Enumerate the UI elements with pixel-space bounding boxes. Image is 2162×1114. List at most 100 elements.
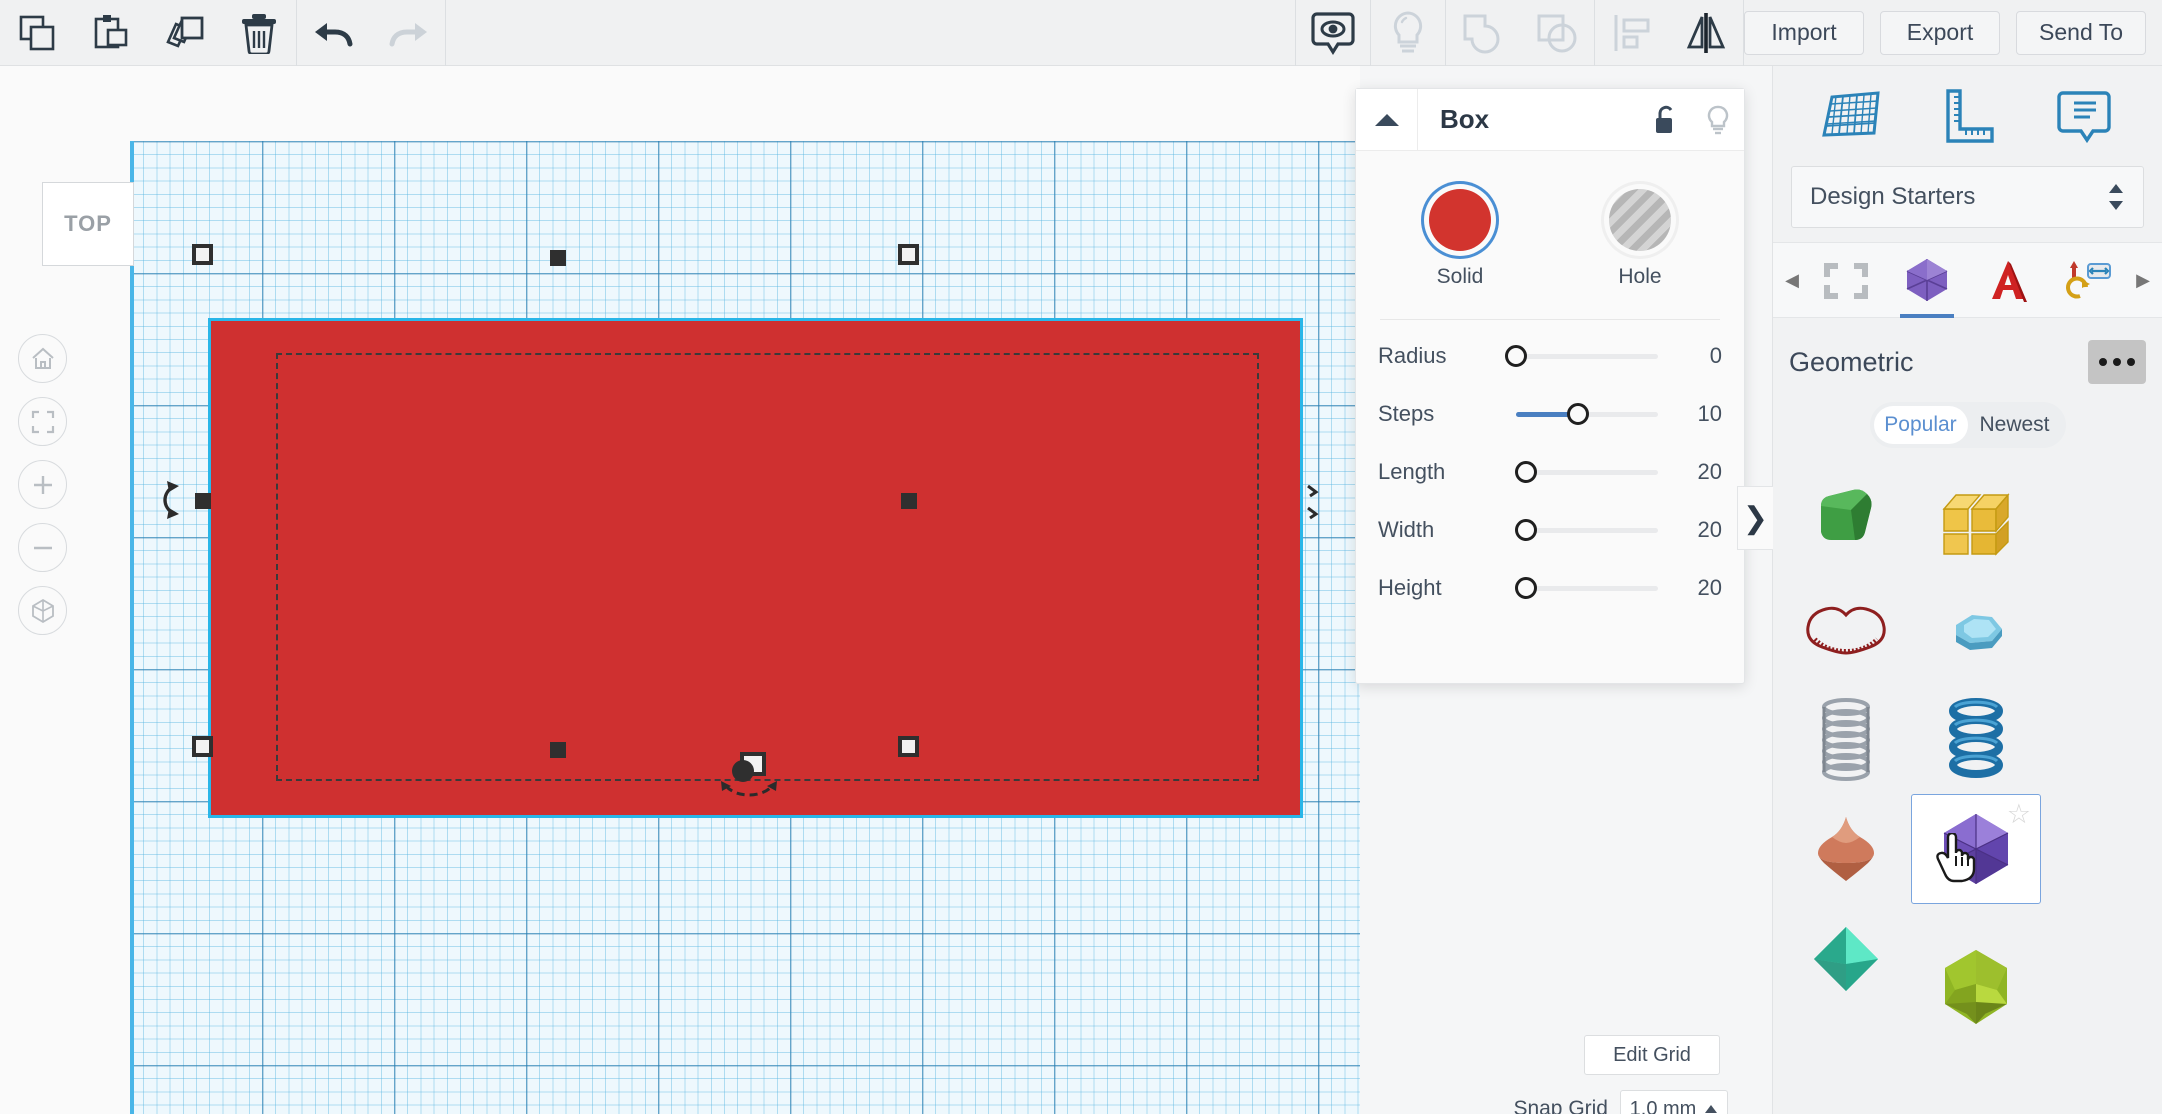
sort-newest[interactable]: Newest bbox=[1968, 406, 2062, 444]
shape-gallery: ☆ bbox=[1773, 448, 2162, 1042]
home-view-button[interactable] bbox=[18, 334, 67, 383]
category-title: Geometric bbox=[1789, 346, 1914, 377]
export-button[interactable]: Export bbox=[1880, 10, 2001, 55]
shape-library-select[interactable]: Design Starters bbox=[1791, 166, 2144, 228]
zoom-out-button[interactable] bbox=[18, 523, 67, 572]
shape-segmented-cube[interactable] bbox=[1911, 464, 2041, 574]
shape-coil[interactable] bbox=[1781, 684, 1911, 794]
send-to-button[interactable]: Send To bbox=[2016, 10, 2146, 55]
snap-grid-select[interactable]: 1.0 mm bbox=[1620, 1090, 1728, 1114]
steps-slider-label: Steps bbox=[1378, 401, 1435, 426]
tab-geometric[interactable] bbox=[1896, 242, 1958, 318]
tabs-next-arrow[interactable]: ▶ bbox=[2130, 270, 2156, 291]
hole-label: Hole bbox=[1618, 265, 1662, 288]
height-move-handle[interactable] bbox=[732, 752, 766, 782]
radius-slider-knob[interactable] bbox=[1505, 344, 1527, 367]
radius-slider[interactable]: Radius 0 bbox=[1356, 334, 1744, 378]
shape-spinning-top[interactable] bbox=[1781, 794, 1911, 904]
edit-tools-group bbox=[0, 0, 296, 66]
lightbulb-icon[interactable] bbox=[1692, 89, 1744, 151]
sort-popular[interactable]: Popular bbox=[1873, 406, 1968, 444]
width-slider[interactable]: Width 20 bbox=[1356, 508, 1744, 552]
zoom-in-button[interactable] bbox=[18, 460, 67, 509]
collapse-shapes-panel-button[interactable]: ❯ bbox=[1737, 486, 1773, 550]
resize-handle-top-center[interactable] bbox=[550, 250, 566, 266]
shape-loop[interactable] bbox=[1781, 574, 1911, 684]
properties-divider bbox=[1380, 319, 1720, 320]
steps-slider[interactable]: Steps 10 bbox=[1356, 392, 1744, 436]
more-options-button[interactable] bbox=[2088, 340, 2146, 384]
collapse-properties-button[interactable] bbox=[1356, 88, 1418, 151]
solid-color-swatch bbox=[1429, 189, 1491, 251]
height-slider-value: 20 bbox=[1697, 575, 1722, 600]
property-sliders: Radius 0 Steps 10 Length 20 Width 20 Height 20 bbox=[1356, 334, 1744, 610]
shape-polygon-disc[interactable] bbox=[1911, 574, 2041, 684]
delete-icon[interactable] bbox=[222, 0, 296, 66]
rotate-handle-right[interactable] bbox=[1302, 480, 1336, 520]
undo-icon[interactable] bbox=[297, 0, 371, 66]
history-tools-group bbox=[297, 0, 445, 66]
radius-slider-track[interactable] bbox=[1505, 344, 1658, 367]
resize-handle-bottom-left[interactable] bbox=[192, 736, 213, 757]
resize-handle-top-left[interactable] bbox=[192, 244, 213, 265]
shape-rounded-box[interactable] bbox=[1781, 464, 1911, 574]
resize-handle-bottom-center[interactable] bbox=[550, 742, 566, 758]
unlock-icon[interactable] bbox=[1640, 89, 1692, 151]
solid-option[interactable]: Solid bbox=[1405, 189, 1515, 289]
show-hide-icon[interactable] bbox=[1296, 0, 1370, 66]
view-cube[interactable]: TOP bbox=[42, 182, 134, 266]
width-slider-knob[interactable] bbox=[1514, 518, 1537, 541]
steps-slider-knob[interactable] bbox=[1567, 402, 1590, 425]
notes-icon[interactable] bbox=[2051, 83, 2117, 149]
hole-pattern-swatch bbox=[1609, 189, 1671, 251]
resize-handle-middle-right[interactable] bbox=[901, 493, 917, 509]
steps-slider-track[interactable] bbox=[1516, 402, 1658, 425]
paste-icon[interactable] bbox=[74, 0, 148, 66]
resize-handle-top-right[interactable] bbox=[898, 244, 919, 265]
hole-option[interactable]: Hole bbox=[1585, 189, 1695, 289]
width-slider-track[interactable] bbox=[1514, 518, 1658, 541]
tab-text-and-numbers[interactable] bbox=[1977, 242, 2039, 318]
import-button[interactable]: Import bbox=[1744, 10, 1865, 55]
height-slider-knob[interactable] bbox=[1514, 576, 1537, 599]
tab-basic-shapes[interactable] bbox=[1815, 242, 1877, 318]
shape-properties-panel: Box Solid Hole Radius 0 Steps 10 Length 20 Wid… bbox=[1355, 88, 1745, 684]
duplicate-icon[interactable] bbox=[148, 0, 222, 66]
arrange-tools-group bbox=[1595, 0, 1743, 66]
navigation-controls bbox=[18, 334, 67, 649]
rotate-handle-left[interactable] bbox=[154, 478, 188, 519]
dot bbox=[2127, 358, 2135, 366]
shape-icosahedron[interactable]: ☆ bbox=[1911, 794, 2041, 904]
length-slider-knob[interactable] bbox=[1514, 460, 1537, 483]
copy-icon[interactable] bbox=[0, 0, 74, 66]
perspective-toggle-button[interactable] bbox=[18, 586, 67, 635]
shape-dodecahedron[interactable] bbox=[1911, 932, 2041, 1042]
ruler-icon[interactable] bbox=[1934, 83, 2000, 149]
edit-grid-button[interactable]: Edit Grid bbox=[1584, 1035, 1720, 1075]
shape-spiral[interactable] bbox=[1911, 684, 2041, 794]
resize-handle-bottom-right[interactable] bbox=[898, 736, 919, 757]
design-canvas[interactable]: TOP bbox=[0, 66, 1360, 1114]
length-slider[interactable]: Length 20 bbox=[1356, 450, 1744, 494]
resize-handle-middle-left[interactable] bbox=[195, 493, 211, 509]
favorite-star-icon[interactable]: ☆ bbox=[2007, 801, 2031, 828]
mirror-icon[interactable] bbox=[1669, 0, 1743, 66]
workplane-icon[interactable] bbox=[1818, 83, 1884, 149]
view-tools-group bbox=[1296, 0, 1594, 66]
sort-toggle: Popular Newest bbox=[1869, 402, 2066, 448]
tab-connectors[interactable] bbox=[2058, 242, 2120, 318]
solid-label: Solid bbox=[1436, 265, 1484, 288]
snap-grid-value: 1.0 mm bbox=[1629, 1097, 1697, 1114]
shape-library-value: Design Starters bbox=[1810, 183, 1976, 210]
caret-up-icon bbox=[1705, 1105, 1718, 1113]
shape-octahedron[interactable] bbox=[1781, 904, 1911, 1014]
fit-to-view-button[interactable] bbox=[18, 397, 67, 446]
category-header: Geometric bbox=[1773, 318, 2162, 384]
height-slider-track[interactable] bbox=[1514, 576, 1658, 599]
rotate-handle-bottom[interactable] bbox=[718, 778, 780, 808]
tabs-prev-arrow[interactable]: ◀ bbox=[1779, 270, 1805, 291]
height-slider[interactable]: Height 20 bbox=[1356, 566, 1744, 610]
ungroup-icon bbox=[1520, 0, 1594, 66]
length-slider-track[interactable] bbox=[1514, 460, 1658, 483]
radius-slider-value: 0 bbox=[1709, 343, 1722, 368]
